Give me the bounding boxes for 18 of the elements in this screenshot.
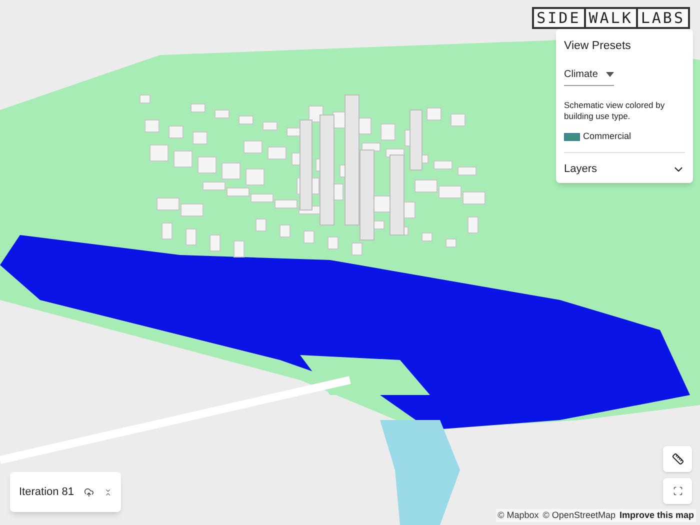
- logo-word: WALK: [584, 9, 636, 27]
- improve-map-link[interactable]: Improve this map: [619, 508, 694, 522]
- ruler-icon: [672, 453, 684, 465]
- description: Schematic view colored by building use type.: [564, 100, 666, 122]
- legend-label: Commercial: [583, 130, 632, 144]
- mapbox-link[interactable]: © Mapbox: [498, 508, 539, 522]
- dropdown-caret-icon: [606, 72, 614, 78]
- measure-button[interactable]: [663, 446, 692, 472]
- logo-word: SIDE: [536, 9, 582, 27]
- fullscreen-icon: [672, 486, 682, 496]
- panel-title: View Presets: [564, 39, 632, 54]
- preset-dropdown[interactable]: Climate: [564, 67, 614, 86]
- iteration-label: Iteration 81: [19, 484, 74, 500]
- cloud-upload-icon[interactable]: [84, 486, 94, 498]
- logo-word: LABS: [636, 9, 688, 27]
- openstreetmap-link[interactable]: © OpenStreetMap: [542, 508, 616, 522]
- layers-toggle[interactable]: Layers: [564, 160, 685, 178]
- collapse-icon[interactable]: [104, 488, 112, 496]
